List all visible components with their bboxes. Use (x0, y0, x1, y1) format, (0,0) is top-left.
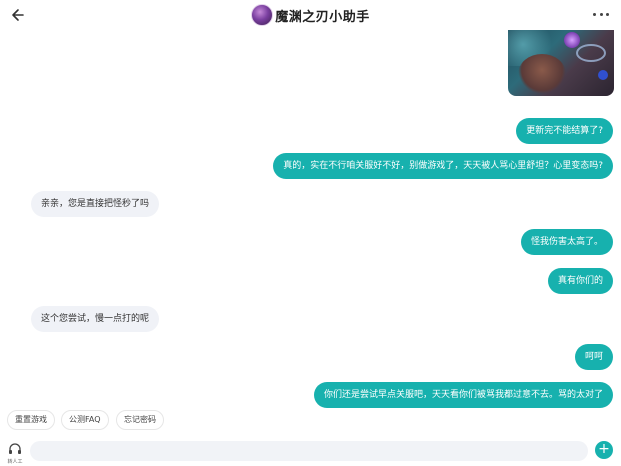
outgoing-message: 你们还是尝试早点关服吧，天天看你们被骂我都过意不去。骂的太对了 (313, 382, 613, 408)
page-title: 魔渊之刃小助手 (275, 9, 370, 25)
header-title-group: 魔渊之刃小助手 (0, 3, 621, 27)
incoming-message: 这个您尝试，慢一点打的呢 (31, 306, 160, 332)
chat-header: 魔渊之刃小助手 (0, 0, 621, 30)
quick-reply-bar: 重置游戏 公测FAQ 忘记密码 (0, 410, 621, 432)
headset-icon (9, 443, 21, 454)
more-horizontal-icon (593, 12, 596, 16)
outgoing-message: 更新完不能结算了? (516, 118, 613, 144)
incoming-message: 亲亲，您是直接把怪秒了吗 (31, 191, 160, 217)
transfer-to-agent-label: 转人工 (7, 459, 23, 465)
quick-reply-reset-game[interactable]: 重置游戏 (7, 410, 55, 430)
more-options-button[interactable] (593, 9, 609, 19)
game-screenshot-image[interactable] (508, 30, 614, 96)
outgoing-message: 呵呵 (574, 344, 613, 370)
more-horizontal-icon (606, 12, 609, 16)
message-input[interactable] (30, 441, 588, 461)
assistant-avatar (251, 4, 274, 26)
quick-reply-beta-faq[interactable]: 公测FAQ (61, 410, 109, 430)
more-horizontal-icon (599, 12, 603, 16)
outgoing-message: 真的，实在不行咱关服好不好，别做游戏了，天天被人骂心里舒坦？心里变态吗? (273, 153, 613, 179)
message-list[interactable]: 更新完不能结算了? 真的，实在不行咱关服好不好，别做游戏了，天天被人骂心里舒坦？… (0, 30, 621, 408)
plus-icon: + (598, 441, 610, 457)
input-bar: 转人工 + (0, 436, 621, 466)
plus-button[interactable]: + (595, 441, 613, 459)
transfer-to-agent-button[interactable]: 转人工 (6, 440, 24, 465)
outgoing-message: 真有你们的 (547, 268, 613, 294)
quick-reply-forgot-password[interactable]: 忘记密码 (116, 410, 164, 430)
outgoing-message: 怪我伤害太高了。 (520, 229, 613, 255)
